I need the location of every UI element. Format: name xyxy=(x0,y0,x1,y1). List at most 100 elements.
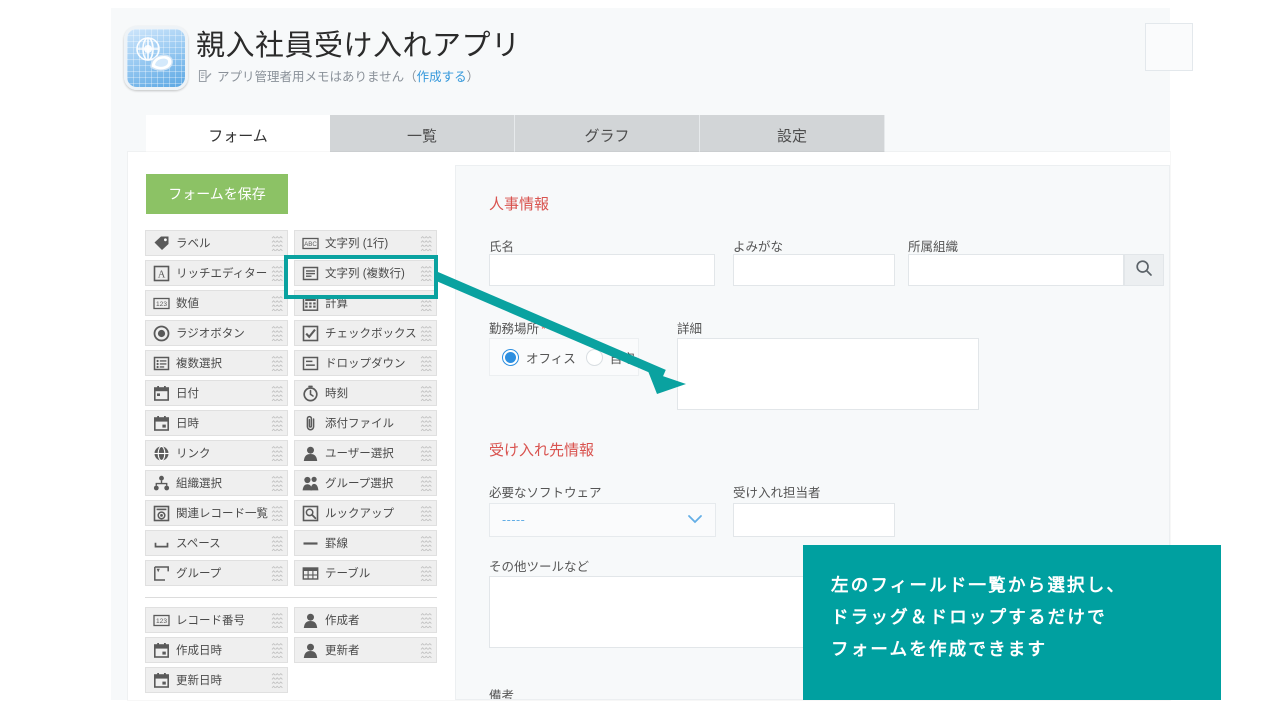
input-org[interactable] xyxy=(908,254,1124,286)
palette-item[interactable]: 123 レコード番号 xyxy=(145,607,288,633)
drag-grip-icon[interactable] xyxy=(271,642,283,660)
palette-item[interactable]: ルックアップ xyxy=(294,500,437,526)
drag-grip-icon[interactable] xyxy=(420,475,432,493)
palette-item[interactable]: スペース xyxy=(145,530,288,556)
multiline-text-icon xyxy=(300,263,320,283)
palette-item[interactable]: ラジオボタン xyxy=(145,320,288,346)
palette-item-label: グループ xyxy=(176,568,222,580)
palette-item-label: ラベル xyxy=(176,238,211,250)
palette-item[interactable]: 時刻 xyxy=(294,380,437,406)
label-name: 氏名 xyxy=(489,240,515,254)
radio-group-workplace[interactable]: オフィス 自宅 xyxy=(489,338,639,376)
drag-grip-icon[interactable] xyxy=(271,325,283,343)
palette-item[interactable]: 更新日時 xyxy=(145,667,288,693)
label-detail: 詳細 xyxy=(677,322,703,336)
palette-item-label: ラジオボタン xyxy=(176,328,245,340)
drag-grip-icon[interactable] xyxy=(420,235,432,253)
palette-item[interactable]: ABC 文字列 (1行) xyxy=(294,230,437,256)
drag-grip-icon[interactable] xyxy=(271,505,283,523)
radio-option-office[interactable]: オフィス xyxy=(502,348,576,367)
palette-item[interactable]: 日時 xyxy=(145,410,288,436)
palette-item[interactable]: 複数選択 xyxy=(145,350,288,376)
palette-item[interactable]: グループ xyxy=(145,560,288,586)
drag-grip-icon[interactable] xyxy=(420,642,432,660)
palette-item[interactable]: グループ選択 xyxy=(294,470,437,496)
drag-grip-icon[interactable] xyxy=(271,235,283,253)
palette-item-label: 日時 xyxy=(176,418,199,430)
drag-grip-icon[interactable] xyxy=(271,612,283,630)
clock-icon xyxy=(300,383,320,403)
palette-item[interactable]: 文字列 (複数行) xyxy=(294,260,437,286)
drag-grip-icon[interactable] xyxy=(271,445,283,463)
space-icon xyxy=(151,533,171,553)
drag-grip-icon[interactable] xyxy=(271,535,283,553)
palette-item[interactable]: 計算 xyxy=(294,290,437,316)
drag-grip-icon[interactable] xyxy=(420,612,432,630)
palette-item[interactable]: 作成日時 xyxy=(145,637,288,663)
palette-item[interactable]: チェックボックス xyxy=(294,320,437,346)
palette-item[interactable]: 組織選択 xyxy=(145,470,288,496)
drag-grip-icon[interactable] xyxy=(271,295,283,313)
palette-item[interactable]: テーブル xyxy=(294,560,437,586)
palette-item[interactable]: 更新者 xyxy=(294,637,437,663)
palette-item[interactable]: 作成者 xyxy=(294,607,437,633)
palette-item[interactable]: ドロップダウン xyxy=(294,350,437,376)
palette-item[interactable]: 添付ファイル xyxy=(294,410,437,436)
input-name[interactable] xyxy=(489,254,715,286)
number-123-icon: 123 xyxy=(151,610,171,630)
drag-grip-icon[interactable] xyxy=(271,265,283,283)
drag-grip-icon[interactable] xyxy=(420,265,432,283)
calendar-time-icon xyxy=(151,640,171,660)
palette-item-label: ルックアップ xyxy=(325,508,394,520)
palette-item[interactable]: リンク xyxy=(145,440,288,466)
drag-grip-icon[interactable] xyxy=(420,325,432,343)
input-kana[interactable] xyxy=(733,254,895,286)
palette-item[interactable]: 123 数値 xyxy=(145,290,288,316)
palette-item[interactable]: 日付 xyxy=(145,380,288,406)
save-form-button[interactable]: フォームを保存 xyxy=(146,174,288,214)
app-globe-icon xyxy=(124,26,188,90)
drag-grip-icon[interactable] xyxy=(271,565,283,583)
drag-grip-icon[interactable] xyxy=(420,535,432,553)
drag-grip-icon[interactable] xyxy=(420,385,432,403)
abc-icon: ABC xyxy=(300,233,320,253)
number-123-icon: 123 xyxy=(151,293,171,313)
textarea-detail[interactable] xyxy=(677,338,979,410)
palette-item-label: ドロップダウン xyxy=(325,358,406,370)
palette-item[interactable]: ユーザー選択 xyxy=(294,440,437,466)
note-edit-icon xyxy=(198,69,212,86)
radio-dot-selected xyxy=(502,348,519,366)
callout-line-2: ドラッグ＆ドロップするだけで xyxy=(831,607,1107,627)
drag-grip-icon[interactable] xyxy=(271,355,283,373)
drag-grip-icon[interactable] xyxy=(271,672,283,690)
drag-grip-icon[interactable] xyxy=(420,295,432,313)
drag-grip-icon[interactable] xyxy=(420,355,432,373)
drag-grip-icon[interactable] xyxy=(420,505,432,523)
tab-form[interactable]: フォーム xyxy=(146,115,330,155)
create-memo-link[interactable]: 作成する xyxy=(417,70,467,84)
save-form-label: フォームを保存 xyxy=(168,186,266,202)
palette-item[interactable]: ラベル xyxy=(145,230,288,256)
drag-grip-icon[interactable] xyxy=(420,415,432,433)
drag-grip-icon[interactable] xyxy=(420,445,432,463)
drag-grip-icon[interactable] xyxy=(420,565,432,583)
palette-item[interactable]: 関連レコード一覧 xyxy=(145,500,288,526)
input-owner[interactable] xyxy=(733,503,895,537)
dropdown-software[interactable]: ----- xyxy=(489,503,716,537)
palette-item[interactable]: A リッチエディター xyxy=(145,260,288,286)
tab-settings-label: 設定 xyxy=(776,127,807,145)
related-records-icon xyxy=(151,503,171,523)
drag-grip-icon[interactable] xyxy=(271,415,283,433)
tab-settings[interactable]: 設定 xyxy=(700,115,885,155)
drag-grip-icon[interactable] xyxy=(271,475,283,493)
group-box-icon xyxy=(151,563,171,583)
org-search-button[interactable] xyxy=(1124,254,1164,286)
radio-option-home[interactable]: 自宅 xyxy=(585,348,635,367)
palette-item-label: 罫線 xyxy=(325,538,348,550)
drag-grip-icon[interactable] xyxy=(271,385,283,403)
palette-item-label: 組織選択 xyxy=(176,478,222,490)
palette-item[interactable]: 罫線 xyxy=(294,530,437,556)
callout-line-3: フォームを作成できます xyxy=(831,639,1048,659)
tab-list[interactable]: 一覧 xyxy=(330,115,515,155)
tab-graph[interactable]: グラフ xyxy=(515,115,700,155)
